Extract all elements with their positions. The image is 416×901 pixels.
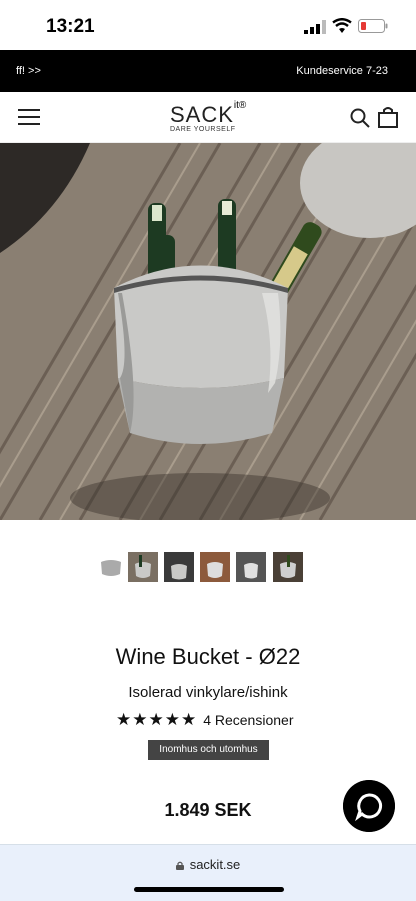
hamburger-menu-icon[interactable]	[18, 109, 40, 125]
cellular-signal-icon	[304, 20, 326, 34]
site-header: SACKit® DARE YOURSELF	[0, 92, 416, 143]
chat-button[interactable]	[343, 780, 395, 832]
star-rating-icon: ★★★★★	[116, 710, 198, 729]
thumbnail-6[interactable]	[273, 552, 303, 582]
shopping-bag-icon[interactable]	[378, 106, 398, 128]
lock-icon	[175, 861, 184, 870]
thumbnail-3[interactable]	[164, 552, 194, 582]
usage-badge: Inomhus och utomhus	[148, 740, 269, 760]
product-subtitle: Isolerad vinkylare/ishink	[128, 684, 288, 701]
home-indicator	[134, 887, 284, 892]
thumbnail-1[interactable]	[96, 552, 126, 582]
browser-url-bar[interactable]: sackit.se	[0, 844, 416, 901]
battery-icon	[358, 19, 388, 33]
product-hero-image[interactable]	[0, 143, 416, 520]
search-icon[interactable]	[350, 108, 370, 128]
thumbnail-2[interactable]	[128, 552, 158, 582]
review-count[interactable]: 4 Recensioner	[203, 712, 293, 728]
url-text[interactable]: sackit.se	[190, 857, 241, 872]
brand-name: SACK	[170, 102, 234, 127]
promo-text[interactable]: ff! >>	[16, 65, 41, 77]
product-rating[interactable]: ★★★★★ 4 Recensioner	[116, 710, 293, 730]
product-title: Wine Bucket - Ø22	[115, 644, 301, 669]
status-bar: 13:21	[0, 0, 416, 50]
thumbnail-4[interactable]	[200, 552, 230, 582]
customer-service-text[interactable]: Kundeservice 7-23	[296, 65, 388, 77]
thumbnail-strip	[0, 552, 416, 584]
status-time: 13:21	[46, 16, 95, 37]
brand-logo[interactable]: SACKit® DARE YOURSELF	[170, 100, 247, 133]
wifi-icon	[332, 18, 352, 33]
promo-bar[interactable]: ff! >> Kundeservice 7-23	[0, 50, 416, 92]
brand-tagline: DARE YOURSELF	[170, 126, 236, 133]
registered-mark: ®	[238, 100, 247, 111]
thumbnail-5[interactable]	[236, 552, 266, 582]
